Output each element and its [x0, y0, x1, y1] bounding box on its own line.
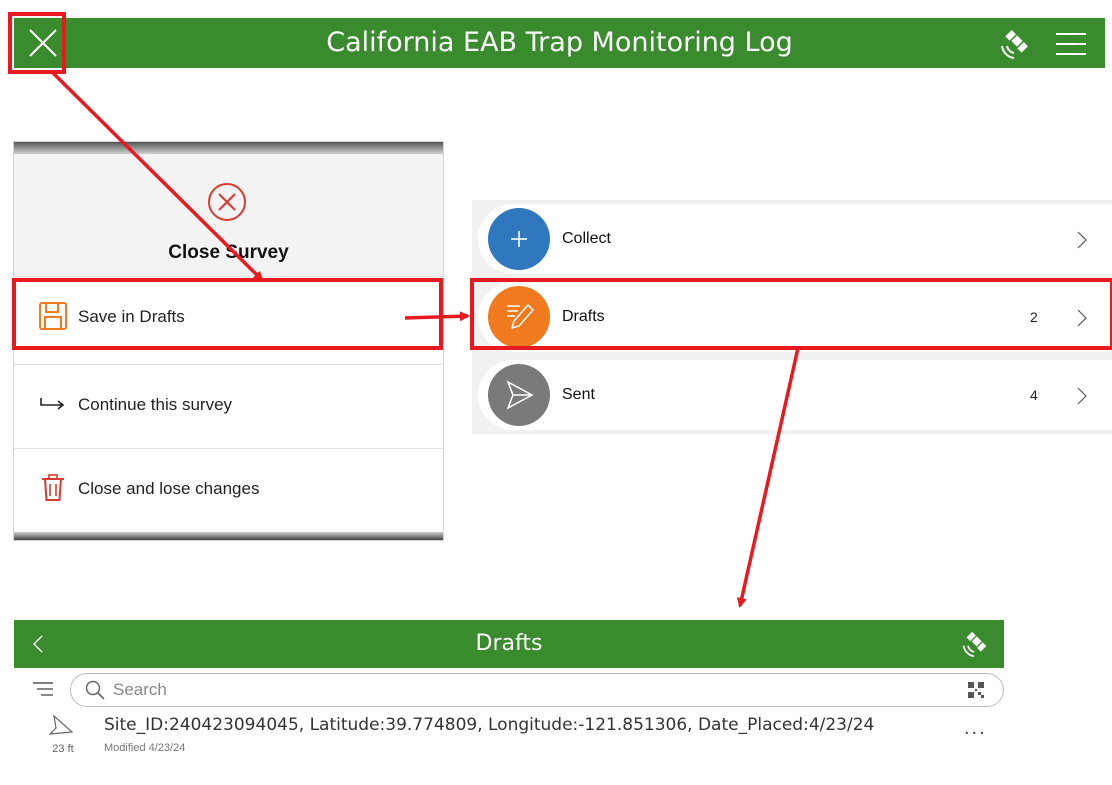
close-lose-changes-label: Close and lose changes — [78, 479, 260, 498]
save-in-drafts-label: Save in Drafts — [78, 307, 185, 326]
search-field[interactable] — [70, 673, 1004, 707]
continue-survey-label: Continue this survey — [78, 395, 233, 414]
app-title: California EAB Trap Monitoring Log — [326, 27, 793, 58]
sent-circle — [488, 364, 550, 426]
qr-code-icon[interactable] — [967, 681, 985, 699]
hamburger-menu-icon[interactable] — [1054, 30, 1088, 58]
plus-icon — [511, 231, 527, 247]
collect-label: Collect — [562, 230, 611, 247]
save-in-drafts-option[interactable]: Save in Drafts — [14, 276, 443, 357]
search-icon — [85, 680, 105, 700]
save-icon — [39, 302, 67, 330]
drafts-title: Drafts — [475, 631, 543, 656]
close-survey-dialog: Close Survey Save in Drafts Continue thi… — [14, 142, 443, 540]
chevron-right-icon — [1077, 231, 1087, 249]
drafts-count: 2 — [1030, 309, 1038, 325]
sent-label: Sent — [562, 386, 595, 403]
satellite-icon[interactable] — [998, 28, 1032, 60]
survey-menu-list: Collect Drafts 2 Sent 4 — [472, 200, 1112, 434]
sent-row[interactable]: Sent 4 — [478, 360, 1112, 430]
navigate-arrow-icon — [48, 714, 74, 735]
close-circle-icon — [208, 183, 246, 221]
sent-count: 4 — [1030, 387, 1038, 403]
more-options-icon[interactable]: ... — [964, 718, 994, 738]
dialog-header: Close Survey — [14, 154, 443, 276]
continue-arrow-icon — [40, 398, 65, 410]
continue-survey-option[interactable]: Continue this survey — [14, 364, 443, 445]
app-top-bar: California EAB Trap Monitoring Log — [14, 18, 1105, 68]
drafts-top-bar: Drafts — [14, 620, 1004, 668]
draft-modified: Modified 4/23/24 — [104, 742, 186, 754]
draft-list-item[interactable]: 23 ft Site_ID:240423094045, Latitude:39.… — [14, 710, 1004, 766]
drafts-circle — [488, 286, 550, 348]
search-bar — [14, 668, 1004, 710]
chevron-right-icon — [1077, 387, 1087, 405]
search-input[interactable] — [111, 677, 935, 703]
drafts-row[interactable]: Drafts 2 — [478, 282, 1112, 352]
filter-sort-icon[interactable] — [32, 680, 54, 700]
collect-circle — [488, 208, 550, 270]
dialog-bottom-shadow — [14, 532, 443, 540]
drafts-label: Drafts — [562, 308, 605, 325]
trash-icon — [42, 474, 64, 501]
satellite-icon[interactable] — [960, 630, 990, 658]
dialog-title: Close Survey — [168, 242, 289, 263]
close-lose-changes-option[interactable]: Close and lose changes — [14, 448, 443, 529]
dialog-top-shadow — [14, 142, 443, 154]
distance-label: 23 ft — [52, 743, 74, 755]
draft-title: Site_ID:240423094045, Latitude:39.774809… — [104, 715, 875, 735]
collect-row[interactable]: Collect — [478, 204, 1112, 274]
chevron-right-icon — [1077, 309, 1087, 327]
send-icon — [506, 380, 534, 410]
draft-pencil-icon — [507, 303, 535, 330]
